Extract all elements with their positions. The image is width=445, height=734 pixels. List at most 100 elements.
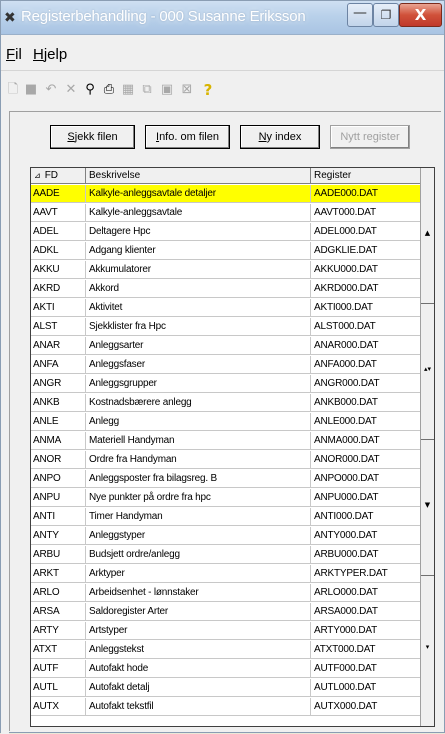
vertical-scrollbar[interactable]: ▲ ▴▾ ▼ ▾ xyxy=(420,168,434,726)
cell-register: AADE000.DAT xyxy=(314,188,378,199)
table-row[interactable]: ARBU Budsjett ordre/anlegg ARBU000.DAT xyxy=(31,546,420,564)
table-row[interactable]: ADEL Deltagere Hpc ADEL000.DAT xyxy=(31,223,420,241)
scroll-segment-4[interactable]: ▾ xyxy=(421,576,434,726)
table-row[interactable]: AADE Kalkyle-anleggsavtale detaljer AADE00… xyxy=(31,185,420,203)
cell-register: ANAR000.DAT xyxy=(314,340,379,351)
cell-beskrivelse: Autofakt tekstfil xyxy=(86,698,311,716)
table-row[interactable]: AKTI Aktivitet AKTI000.DAT xyxy=(31,299,420,317)
cell-register: ADGKLIE.DAT xyxy=(314,245,378,256)
find-icon[interactable]: ⚲ xyxy=(81,81,99,99)
cell-beskrivelse: Ordre fra Handyman xyxy=(86,451,311,469)
minimize-button[interactable]: — xyxy=(347,3,373,27)
table-row[interactable]: ARKT Arktyper ARKTYPER.DAT xyxy=(31,565,420,583)
table-row[interactable]: AKRD Akkord AKRD000.DAT xyxy=(31,280,420,298)
register-grid[interactable]: ⊿ FD Beskrivelse Register AADE Kalkyle-anl… xyxy=(30,167,435,727)
cell-register: ALST000.DAT xyxy=(314,321,376,332)
menu-fil[interactable]: Fil xyxy=(6,46,22,63)
x-logo-icon[interactable]: ✖ xyxy=(4,10,20,26)
save-icon[interactable]: ■ xyxy=(22,81,40,99)
ny-index-button[interactable]: Ny index xyxy=(240,125,320,149)
cell-beskrivelse: Materiell Handyman xyxy=(86,432,311,450)
info-om-filen-button[interactable]: Info. om filen xyxy=(145,125,230,149)
cell-beskrivelse: Arbeidsenhet - lønnstaker xyxy=(86,584,311,602)
table-row[interactable]: ANLE Anlegg ANLE000.DAT xyxy=(31,413,420,431)
cell-fd: AKRD xyxy=(31,280,86,298)
table-row[interactable]: ARSA Saldoregister Arter ARSA000.DAT xyxy=(31,603,420,621)
sort-icon: ⊿ xyxy=(34,171,41,180)
scroll-segment-1[interactable]: ▲ xyxy=(421,168,434,304)
cell-register: AUTF000.DAT xyxy=(314,663,377,674)
column-header-beskrivelse[interactable]: Beskrivelse xyxy=(86,168,311,184)
table-row[interactable]: ANAR Anleggsarter ANAR000.DAT xyxy=(31,337,420,355)
cell-beskrivelse: Sjekklister fra Hpc xyxy=(86,318,311,336)
cell-register: ANGR000.DAT xyxy=(314,378,380,389)
table-row[interactable]: ANOR Ordre fra Handyman ANOR000.DAT xyxy=(31,451,420,469)
table-row[interactable]: AKKU Akkumulatorer AKKU000.DAT xyxy=(31,261,420,279)
cell-beskrivelse: Anleggsarter xyxy=(86,337,311,355)
table-row[interactable]: ATXT Anleggstekst ATXT000.DAT xyxy=(31,641,420,659)
scroll-segment-2[interactable]: ▴▾ xyxy=(421,304,434,440)
cell-beskrivelse: Anleggstekst xyxy=(86,641,311,659)
column-header-fd[interactable]: ⊿ FD xyxy=(31,168,86,184)
menu-hjelp-mnemonic: H xyxy=(33,46,44,63)
close-button[interactable]: X xyxy=(399,3,442,27)
cell-fd: ALST xyxy=(31,318,86,336)
title-bar[interactable]: ✖ Registerbehandling - 000 Susanne Eriks… xyxy=(1,1,444,35)
table-row[interactable]: ANTI Timer Handyman ANTI000.DAT xyxy=(31,508,420,526)
cell-fd: ADKL xyxy=(31,242,86,260)
maximize-button[interactable]: ❐ xyxy=(373,3,399,27)
table-row[interactable]: AUTL Autofakt detalj AUTL000.DAT xyxy=(31,679,420,697)
cell-register: ARLO000.DAT xyxy=(314,587,378,598)
table-row[interactable]: ANFA Anleggsfaser ANFA000.DAT xyxy=(31,356,420,374)
new-icon[interactable]: 🗋 xyxy=(4,81,22,99)
copy-icon[interactable]: ⧉ xyxy=(138,81,156,99)
delete-icon[interactable]: ✕ xyxy=(62,81,80,99)
table-row[interactable]: ANPU Nye punkter på ordre fra hpc ANPU000.… xyxy=(31,489,420,507)
grid-icon[interactable]: ▦ xyxy=(119,81,137,99)
cell-fd: ANMA xyxy=(31,432,86,450)
report-icon[interactable]: ▣ xyxy=(158,81,176,99)
table-row[interactable]: ANGR Anleggsgrupper ANGR000.DAT xyxy=(31,375,420,393)
scroll-segment-3[interactable]: ▼ xyxy=(421,440,434,576)
cell-register: AUTX000.DAT xyxy=(314,701,378,712)
cell-register: ANKB000.DAT xyxy=(314,397,378,408)
cell-beskrivelse: Timer Handyman xyxy=(86,508,311,526)
cell-register: AKKU000.DAT xyxy=(314,264,378,275)
cell-beskrivelse: Autofakt detalj xyxy=(86,679,311,697)
cell-fd: AUTF xyxy=(31,660,86,678)
main-window: ✖ Registerbehandling - 000 Susanne Eriks… xyxy=(0,0,445,734)
help-icon[interactable]: ? xyxy=(199,81,217,99)
export-icon[interactable]: ⊠ xyxy=(178,81,196,99)
cell-fd: ANLE xyxy=(31,413,86,431)
table-row[interactable]: ANTY Anleggstyper ANTY000.DAT xyxy=(31,527,420,545)
cell-register: ARTY000.DAT xyxy=(314,625,378,636)
table-row[interactable]: ARTY Artstyper ARTY000.DAT xyxy=(31,622,420,640)
cell-register: ARKTYPER.DAT xyxy=(314,568,388,579)
cell-beskrivelse: Autofakt hode xyxy=(86,660,311,678)
cell-fd: ANAR xyxy=(31,337,86,355)
column-header-register[interactable]: Register xyxy=(311,168,420,184)
grid-header: ⊿ FD Beskrivelse Register xyxy=(31,168,420,184)
table-row[interactable]: AUTF Autofakt hode AUTF000.DAT xyxy=(31,660,420,678)
print-icon[interactable]: ⎙ xyxy=(100,81,118,99)
table-row[interactable]: ALST Sjekklister fra Hpc ALST000.DAT xyxy=(31,318,420,336)
table-row[interactable]: ARLO Arbeidsenhet - lønnstaker ARLO000.DAT xyxy=(31,584,420,602)
scroll-end-icon: ▾ xyxy=(425,643,430,651)
sjekk-mnemonic: S xyxy=(67,131,75,143)
table-row[interactable]: ANMA Materiell Handyman ANMA000.DAT xyxy=(31,432,420,450)
undo-icon[interactable]: ↶ xyxy=(42,81,60,99)
cell-fd: ARBU xyxy=(31,546,86,564)
table-row[interactable]: AAVT Kalkyle-anleggsavtale AAVT000.DAT xyxy=(31,204,420,222)
cell-beskrivelse: Budsjett ordre/anlegg xyxy=(86,546,311,564)
table-row[interactable]: AUTX Autofakt tekstfil AUTX000.DAT xyxy=(31,698,420,716)
left-frame xyxy=(1,106,9,734)
table-row[interactable]: ANKB Kostnadsbærere anlegg ANKB000.DAT xyxy=(31,394,420,412)
cell-beskrivelse: Arktyper xyxy=(86,565,311,583)
table-row[interactable]: ADKL Adgang klienter ADGKLIE.DAT xyxy=(31,242,420,260)
scroll-thumb-icon: ▴▾ xyxy=(424,365,432,373)
menu-hjelp[interactable]: Hjelp xyxy=(33,46,67,63)
cell-beskrivelse: Kalkyle-anleggsavtale xyxy=(86,204,311,222)
table-row[interactable]: ANPO Anleggsposter fra bilagsreg. B ANPO00… xyxy=(31,470,420,488)
cell-beskrivelse: Kalkyle-anleggsavtale detaljer xyxy=(86,185,311,203)
sjekk-filen-button[interactable]: Sjekk filen xyxy=(50,125,135,149)
